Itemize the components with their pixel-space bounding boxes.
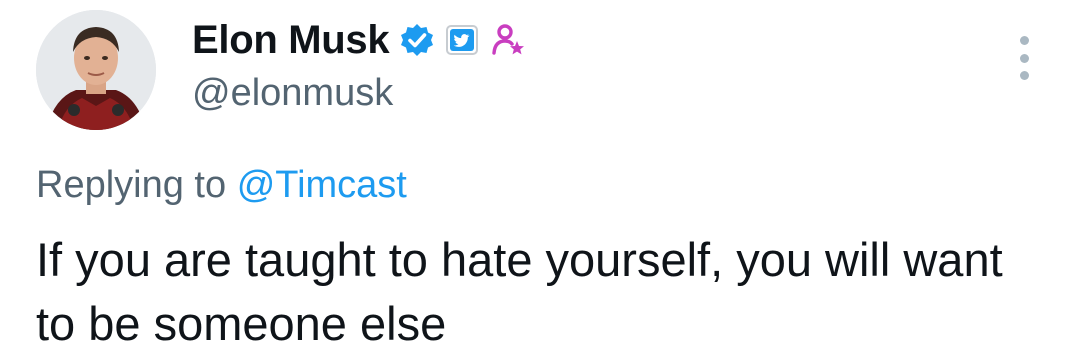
more-dot [1019, 36, 1029, 45]
affiliate-user-star-icon[interactable] [491, 22, 527, 58]
tweet-card: Elon Musk @elonmusk Replying to @Timcast… [0, 0, 1080, 360]
reply-mention-link[interactable]: @Timcast [237, 164, 407, 206]
twitter-logo-badge-icon[interactable] [445, 22, 481, 58]
verified-badge-icon[interactable] [399, 22, 435, 58]
tweet-text: If you are taught to hate yourself, you … [36, 233, 1003, 350]
more-dot [1019, 53, 1029, 63]
author-handle[interactable]: @elonmusk [192, 72, 393, 115]
replying-to-label: Replying to [36, 164, 227, 206]
avatar-photo [36, 10, 156, 130]
replying-to-line: Replying to @Timcast [36, 164, 407, 207]
more-dot [1019, 71, 1029, 80]
more-options-icon[interactable] [1012, 36, 1036, 80]
avatar[interactable] [36, 10, 156, 130]
author-name-row: Elon Musk [192, 14, 527, 66]
author-display-name[interactable]: Elon Musk [192, 18, 390, 63]
